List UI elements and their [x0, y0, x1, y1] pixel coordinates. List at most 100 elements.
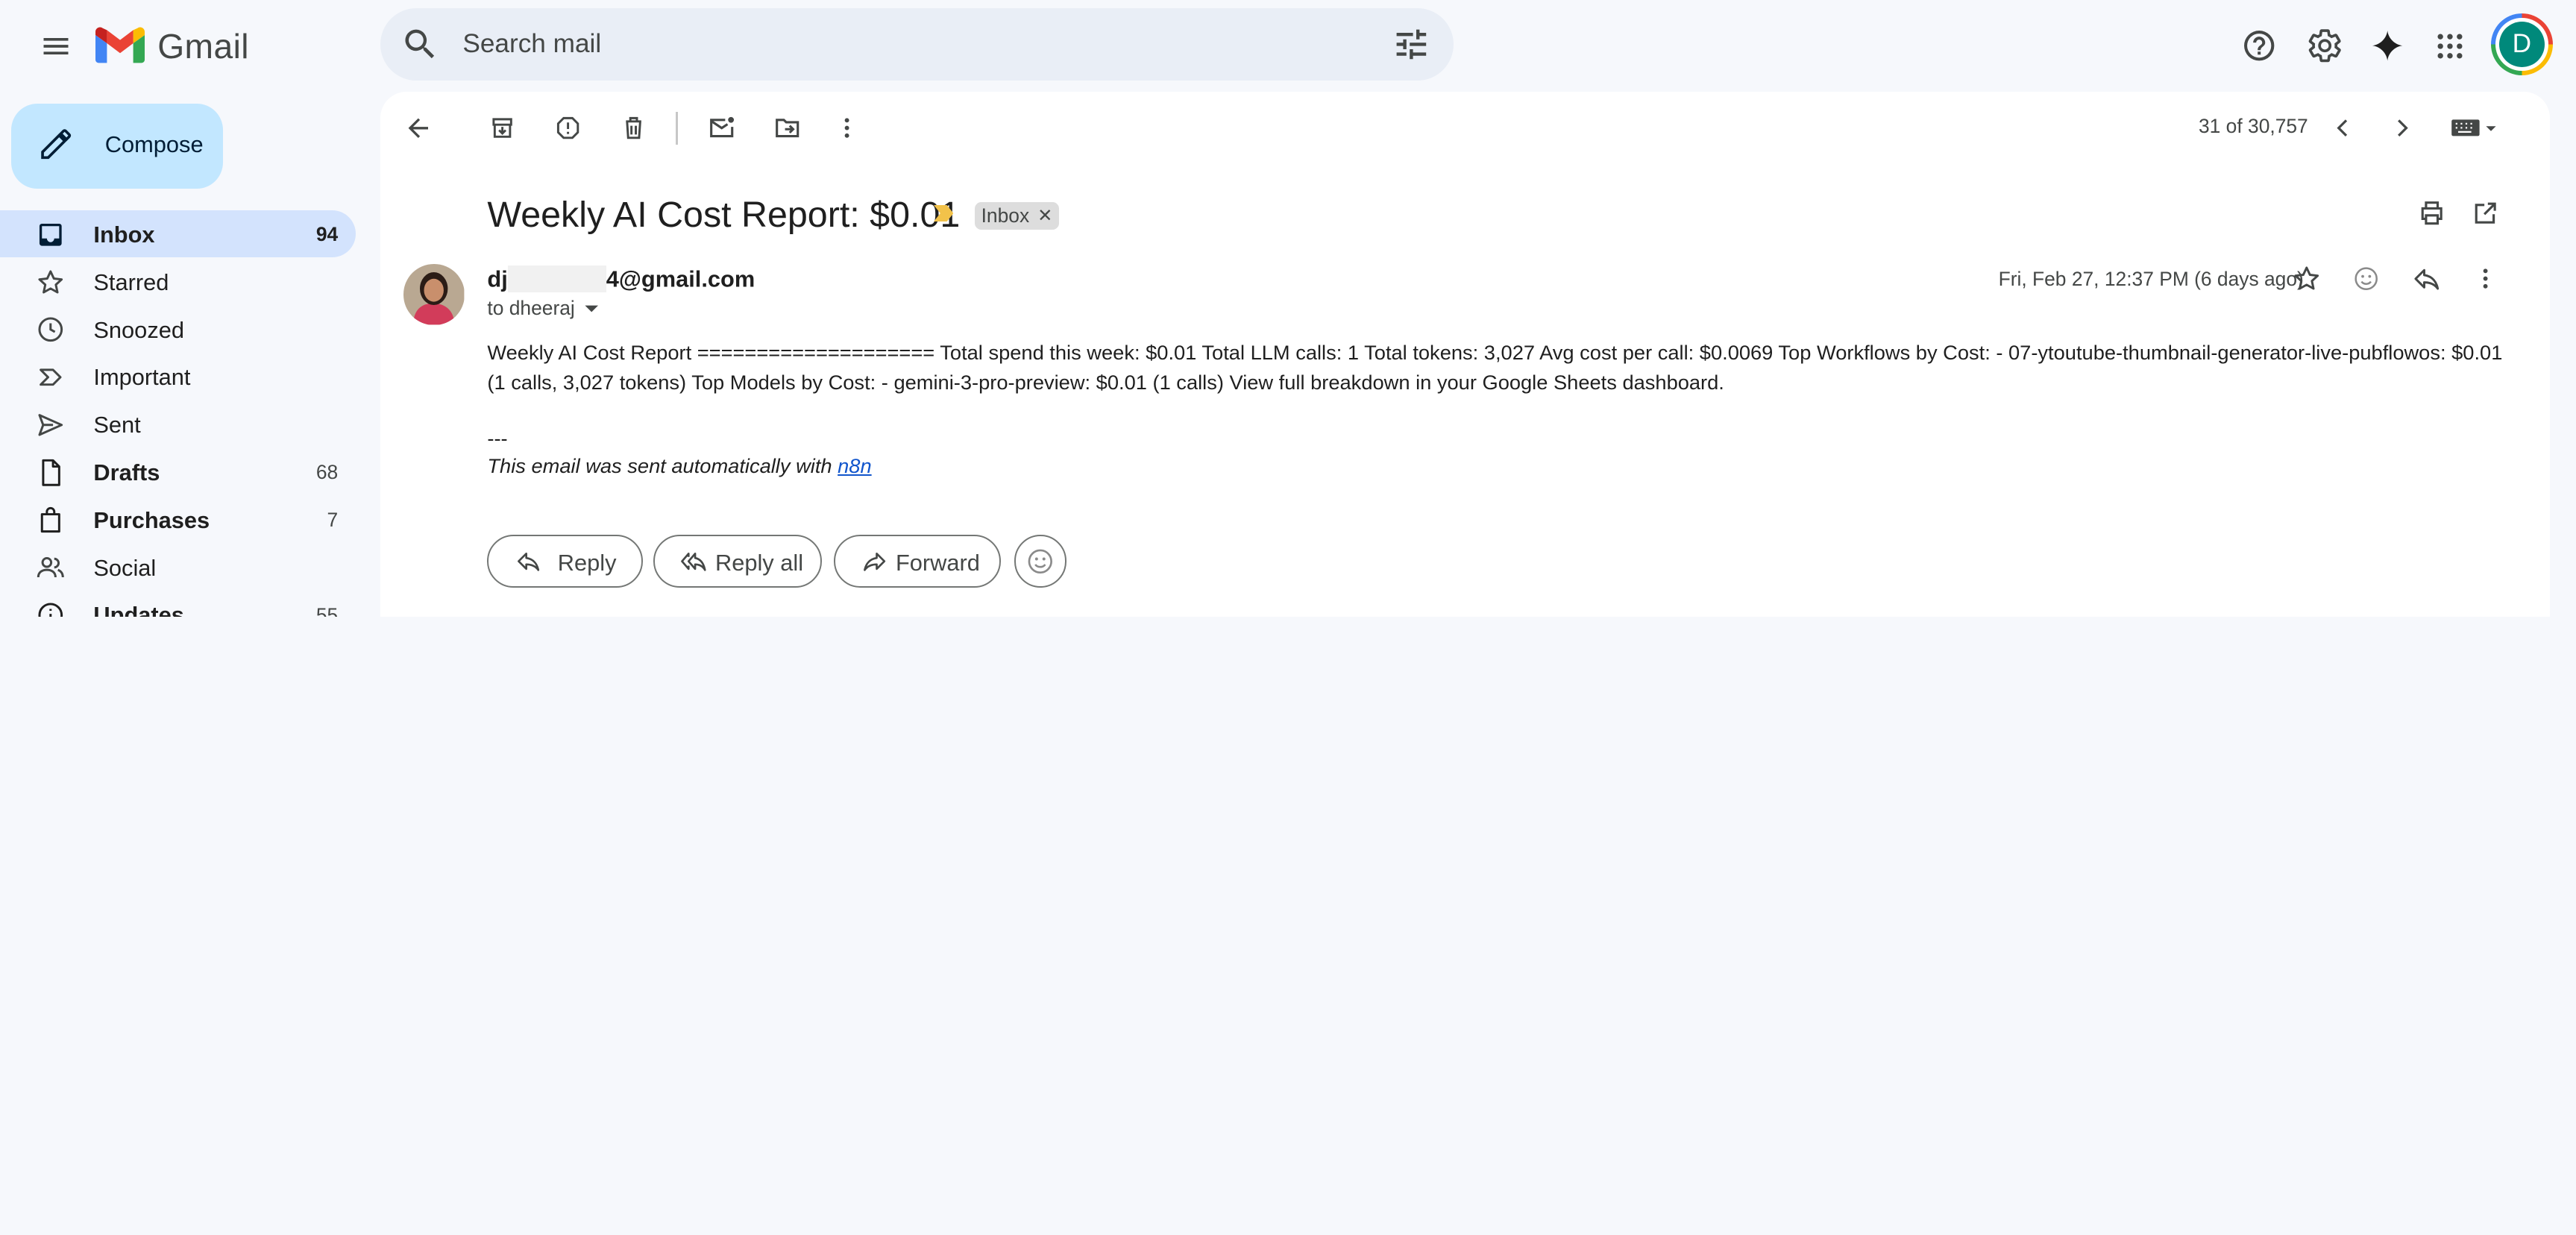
sender-avatar[interactable]: [403, 264, 465, 325]
reply-all-button[interactable]: Reply all: [653, 535, 823, 588]
delete-button[interactable]: [607, 101, 659, 154]
info-icon: [38, 603, 63, 618]
keyboard-icon: [2451, 119, 2496, 136]
sidebar-item-label: Drafts: [93, 459, 160, 485]
sidebar-item-sent[interactable]: Sent: [0, 400, 356, 448]
back-button[interactable]: [392, 101, 444, 154]
message-pane: 31 of 30,757 Weekly AI Cost Report: $0.0…: [380, 92, 2550, 618]
open-new-window-button[interactable]: [2460, 187, 2512, 239]
search-bar: [380, 8, 1454, 81]
shopping-bag-icon: [41, 506, 61, 532]
older-button[interactable]: [2376, 101, 2428, 154]
label-chip-inbox: Inbox ✕: [974, 201, 1060, 230]
email-subject: Weekly AI Cost Report: $0.01: [487, 194, 961, 235]
sidebar-item-label: Important: [93, 364, 191, 391]
signature: This email was sent automatically with n…: [487, 454, 871, 478]
reply-label: Reply: [557, 549, 617, 576]
mail-unread-icon: [710, 116, 735, 138]
n8n-link[interactable]: n8n: [838, 454, 872, 477]
newer-button[interactable]: [2316, 101, 2369, 154]
input-tools-button[interactable]: [2438, 101, 2510, 154]
important-icon: [40, 368, 62, 386]
avatar-border: D: [2495, 18, 2548, 71]
forward-icon: [863, 552, 885, 571]
sidebar-item-label: Snoozed: [93, 316, 184, 343]
gmail-m-icon: [95, 27, 145, 63]
star-outline-icon: [2294, 266, 2319, 290]
sidebar-item-starred[interactable]: Starred: [0, 257, 356, 305]
sidebar-item-count: 55: [315, 603, 339, 618]
more-options-button[interactable]: [820, 101, 873, 154]
sidebar-item-social[interactable]: Social: [0, 543, 356, 591]
apps-grid-icon: [2437, 34, 2463, 59]
pencil-icon: [40, 129, 71, 160]
archive-button[interactable]: [476, 101, 528, 154]
apps-button[interactable]: [2417, 13, 2483, 79]
chevron-right-icon: [2398, 119, 2408, 136]
account-avatar[interactable]: D: [2490, 13, 2554, 76]
important-marker-icon[interactable]: [933, 204, 954, 221]
gmail-window: Gmail D C: [0, 0, 2576, 618]
mark-unread-button[interactable]: [696, 101, 748, 154]
archive-icon: [491, 118, 512, 138]
move-to-button[interactable]: [761, 101, 814, 154]
sidebar-item-count: 94: [315, 223, 339, 246]
pagination-count: 31 of 30,757: [2198, 114, 2308, 137]
star-icon: [38, 270, 63, 294]
recipient-details[interactable]: to dheeraj: [487, 297, 601, 320]
gmail-logo[interactable]: Gmail: [95, 23, 249, 69]
remove-label-icon[interactable]: ✕: [1037, 205, 1052, 227]
add-reaction-button[interactable]: [2340, 253, 2392, 305]
sidebar-item-updates[interactable]: Updates 55: [0, 591, 356, 618]
draft-icon: [42, 459, 61, 486]
emoji-reaction-button[interactable]: [1014, 535, 1066, 588]
people-icon: [37, 557, 65, 578]
sidebar-item-count: 68: [315, 461, 339, 484]
message-date: Fri, Feb 27, 12:37 PM (6 days ago): [1998, 267, 2304, 290]
compose-label: Compose: [104, 131, 204, 157]
sender-email-suffix: 4@gmail.com: [606, 265, 755, 292]
search-icon[interactable]: [400, 25, 440, 64]
sidebar-nav: Inbox 94 Starred Snoozed Important Sent …: [0, 210, 380, 618]
sidebar-item-purchases[interactable]: Purchases 7: [0, 495, 356, 543]
sidebar-item-label: Updates: [93, 602, 184, 618]
signature-text: This email was sent automatically with: [487, 454, 838, 478]
folder-move-icon: [776, 119, 799, 138]
chevron-left-icon: [2337, 119, 2348, 136]
reply-button[interactable]: Reply: [487, 535, 644, 588]
star-button[interactable]: [2281, 253, 2333, 305]
top-bar: Gmail D: [0, 0, 2576, 92]
print-button[interactable]: [2405, 187, 2457, 239]
send-icon: [38, 414, 63, 436]
search-options-icon[interactable]: [1392, 25, 1431, 64]
support-button[interactable]: [2226, 13, 2292, 79]
sidebar-item-drafts[interactable]: Drafts 68: [0, 448, 356, 496]
label-chip-text: Inbox: [981, 204, 1030, 227]
message-more-button[interactable]: [2460, 253, 2512, 305]
help-icon: [2244, 31, 2275, 61]
sidebar-item-label: Purchases: [93, 506, 210, 533]
report-spam-button[interactable]: [541, 101, 594, 154]
sender-email-prefix: dj: [487, 265, 508, 292]
gemini-button[interactable]: [2354, 13, 2420, 79]
sidebar-item-snoozed[interactable]: Snoozed: [0, 305, 356, 353]
toolbar-divider: [676, 111, 678, 145]
search-input[interactable]: [462, 8, 1349, 81]
sidebar-item-label: Inbox: [93, 221, 155, 248]
hamburger-icon: [43, 37, 69, 54]
sidebar-item-count: 7: [327, 508, 339, 531]
main-menu-button[interactable]: [23, 13, 89, 79]
sidebar-item-inbox[interactable]: Inbox 94: [0, 210, 356, 258]
compose-button[interactable]: Compose: [11, 103, 224, 189]
sender-email[interactable]: dj 4@gmail.com: [487, 265, 755, 293]
sender-photo: [403, 264, 465, 325]
settings-button[interactable]: [2292, 13, 2357, 79]
print-icon: [2421, 201, 2443, 225]
sidebar-item-important[interactable]: Important: [0, 353, 356, 400]
forward-button[interactable]: Forward: [833, 535, 1001, 588]
reply-all-label: Reply all: [714, 549, 804, 576]
reply-icon-button[interactable]: [2401, 253, 2453, 305]
reply-icon: [2414, 268, 2440, 290]
signature-separator: ---: [487, 426, 508, 450]
reply-all-icon: [680, 552, 706, 571]
